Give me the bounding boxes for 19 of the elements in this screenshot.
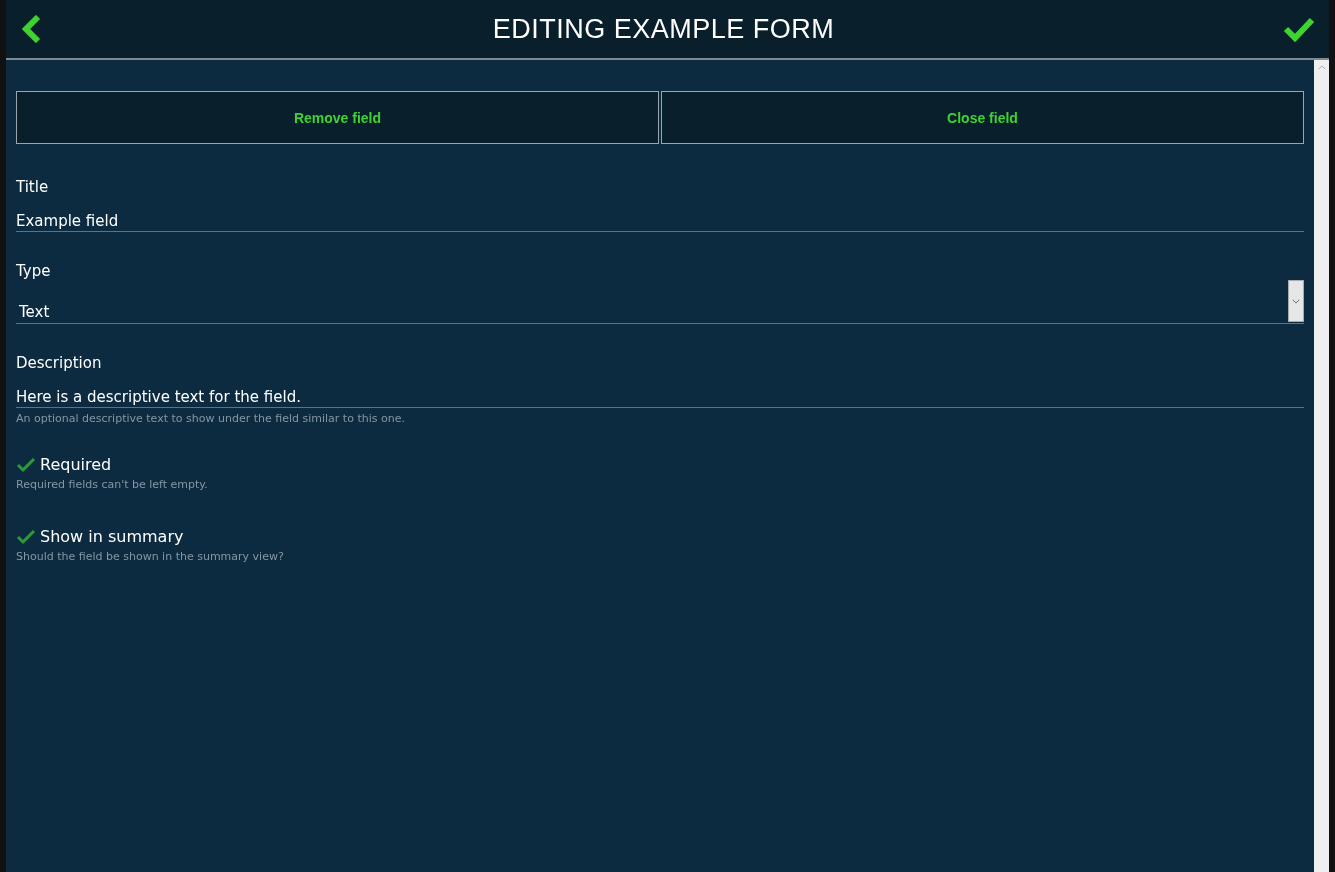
- option-hint: Required fields can't be left empty.: [16, 478, 209, 491]
- save-check-icon[interactable]: [1283, 16, 1315, 42]
- checkbox[interactable]: Required: [16, 455, 1304, 474]
- remove-field-button[interactable]: Remove field: [16, 91, 659, 144]
- input-field[interactable]: Here is a descriptive text for the field.: [16, 388, 1304, 408]
- option-hint: Should the field be shown in the summary view?: [16, 550, 285, 563]
- chevron-down-icon: [1292, 298, 1300, 304]
- checkbox[interactable]: Show in summary: [16, 527, 1304, 546]
- scrollbar[interactable]: [1314, 60, 1329, 872]
- check-icon: [16, 528, 36, 545]
- field-hint: An optional descriptive text to show under the field similar to this one.: [16, 412, 406, 425]
- input-field[interactable]: Example field: [16, 212, 1304, 232]
- field-label: Title: [16, 178, 50, 196]
- field-label: Type: [16, 262, 52, 280]
- field-label: Description: [16, 354, 103, 372]
- close-field-button[interactable]: Close field: [661, 91, 1304, 144]
- check-icon: [16, 456, 36, 473]
- window-title: EDITING EXAMPLE FORM: [492, 13, 835, 45]
- type-dropdown[interactable]: Text: [16, 280, 1304, 324]
